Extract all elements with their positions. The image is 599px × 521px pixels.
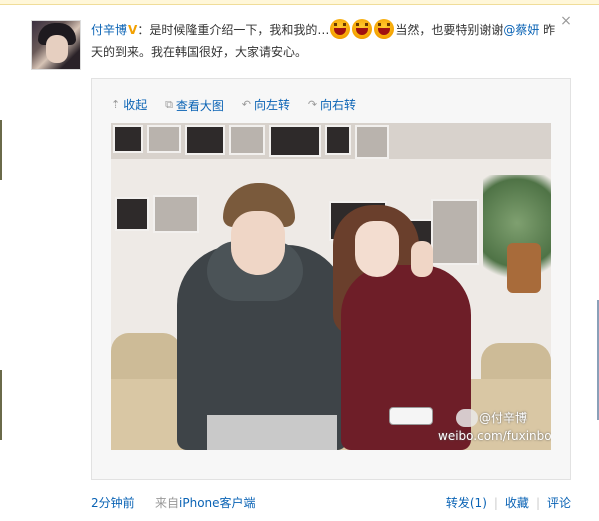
wall-frame: [355, 125, 389, 159]
post-text-part2: 当然，也要特别谢谢: [395, 23, 504, 37]
external-view-icon: ⧉: [165, 98, 173, 111]
post-text-part1: ：是时候隆重介绍一下，我和我的…: [137, 23, 330, 37]
collapse-arrow-icon: ⇡: [111, 98, 121, 111]
man-face: [231, 211, 285, 275]
post-text: 付辛博V：是时候隆重介绍一下，我和我的… 当然，也要特别谢谢@蔡妍 昨天的到来。我…: [91, 19, 561, 63]
wall-frame: [115, 197, 149, 231]
favorite-button[interactable]: 收藏: [505, 496, 529, 510]
woman-face: [355, 221, 399, 277]
wall-frame: [153, 195, 199, 233]
wall-frame: [325, 125, 351, 155]
post-photo[interactable]: @付辛博 weibo.com/fuxinbo: [111, 123, 551, 450]
view-large-label: 查看大图: [175, 98, 224, 113]
peace-sign-hand: [411, 241, 433, 277]
action-separator: |: [493, 496, 498, 510]
collapse-button[interactable]: ⇡ 收起: [111, 96, 147, 113]
laughing-face-icon: [330, 19, 351, 39]
vase-decoration: [507, 243, 541, 293]
wall-frame: [185, 125, 225, 155]
watermark-url: weibo.com/fuxinbo: [438, 429, 551, 443]
post-time-link[interactable]: 2分钟前: [91, 494, 135, 511]
username-link[interactable]: 付辛博: [91, 23, 127, 37]
left-edge-mark-2: [0, 370, 2, 440]
laughing-face-icon: [352, 19, 373, 39]
post-actions: 转发(1) | 收藏 | 评论: [446, 494, 571, 511]
collapse-label: 收起: [123, 98, 148, 112]
repost-button[interactable]: 转发(1): [446, 496, 487, 510]
wall-frame: [431, 199, 479, 265]
rotate-right-button[interactable]: ↷ 向右转: [308, 96, 356, 113]
action-separator: |: [535, 496, 540, 510]
wall-frame: [113, 125, 143, 153]
post-source: 来自iPhone客户端: [155, 494, 256, 511]
view-large-button[interactable]: ⧉ 查看大图: [165, 97, 224, 114]
close-icon[interactable]: ×: [559, 14, 573, 28]
wall-frame: [269, 125, 321, 157]
rotate-left-icon: ↶: [241, 98, 251, 111]
watermark-name: @付辛博: [479, 411, 528, 425]
rotate-right-icon: ↷: [307, 98, 318, 111]
rotate-left-label: 向左转: [253, 98, 290, 112]
avatar[interactable]: [31, 20, 81, 70]
verified-icon: V: [128, 23, 138, 37]
source-app-link[interactable]: iPhone客户端: [179, 496, 256, 510]
left-edge-mark: [0, 120, 2, 180]
weibo-watermark-icon: [456, 409, 478, 427]
mention-link[interactable]: @蔡妍: [503, 23, 539, 37]
comment-button[interactable]: 评论: [547, 496, 571, 510]
rotate-right-label: 向右转: [320, 98, 357, 112]
man-pants: [207, 415, 337, 450]
wall-frame: [229, 125, 265, 155]
laughing-face-icon: [374, 19, 395, 39]
post-footer: 2分钟前 来自iPhone客户端 转发(1) | 收藏 | 评论: [91, 494, 571, 512]
wall-frame: [147, 125, 181, 153]
avatar-face: [46, 35, 68, 63]
phone-object: [389, 407, 433, 425]
source-prefix: 来自: [155, 496, 180, 510]
media-toolbar: ⇡ 收起 ⧉ 查看大图 ↶ 向左转 ↷ 向右转: [111, 96, 370, 114]
rotate-left-button[interactable]: ↶ 向左转: [242, 96, 290, 113]
notice-bar-edge: [0, 0, 599, 5]
